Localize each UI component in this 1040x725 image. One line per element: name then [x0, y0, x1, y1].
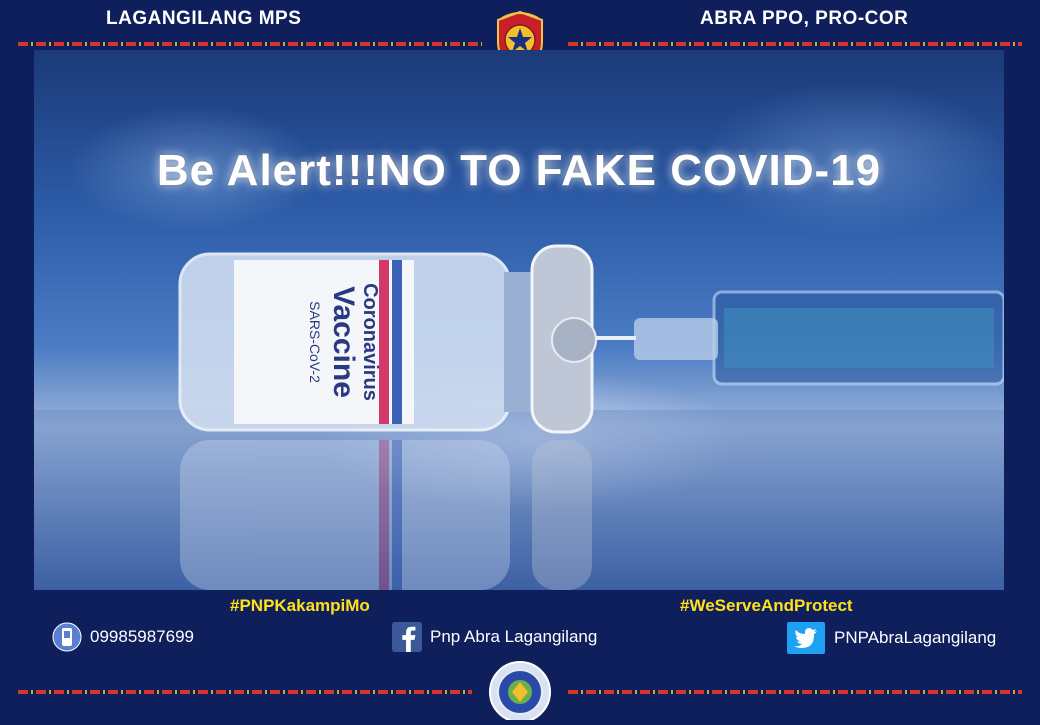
bottom-left-border — [18, 690, 472, 694]
top-right-border — [568, 42, 1022, 46]
header-left-title: LAGANGILANG MPS — [106, 8, 302, 29]
syringe-icon — [580, 290, 1004, 386]
vaccine-photo: Coronavirus Vaccine SARS-CoV-2 Be Alert!… — [34, 50, 1004, 590]
twitter-handle: PNPAbraLagangilang — [834, 628, 997, 647]
header-right-title: ABRA PPO, PRO-COR — [700, 8, 909, 29]
facebook-icon — [392, 622, 422, 652]
vial-label-line3: SARS-CoV-2 — [307, 301, 323, 383]
vaccine-illustration: Coronavirus Vaccine SARS-CoV-2 — [34, 244, 1004, 590]
bottom-right-border — [568, 690, 1022, 694]
station-seal — [480, 652, 560, 723]
vial-label-line2: Vaccine — [327, 286, 360, 398]
vial-label-line1: Coronavirus — [359, 283, 381, 401]
contact-twitter: PNPAbraLagangilang — [786, 622, 996, 654]
hashtag-left: #PNPKakampiMo — [230, 596, 370, 615]
phone-number: 09985987699 — [90, 627, 195, 646]
hashtag-right: #WeServeAndProtect — [680, 596, 853, 615]
twitter-icon — [786, 622, 826, 654]
top-left-border — [18, 42, 482, 46]
facebook-name: Pnp Abra Lagangilang — [430, 627, 598, 646]
headline: Be Alert!!!NO TO FAKE COVID-19 — [156, 146, 882, 195]
phone-icon — [52, 622, 82, 652]
contact-phone: 09985987699 — [52, 622, 194, 652]
contact-facebook: Pnp Abra Lagangilang — [392, 622, 597, 652]
vial-icon — [178, 244, 597, 434]
